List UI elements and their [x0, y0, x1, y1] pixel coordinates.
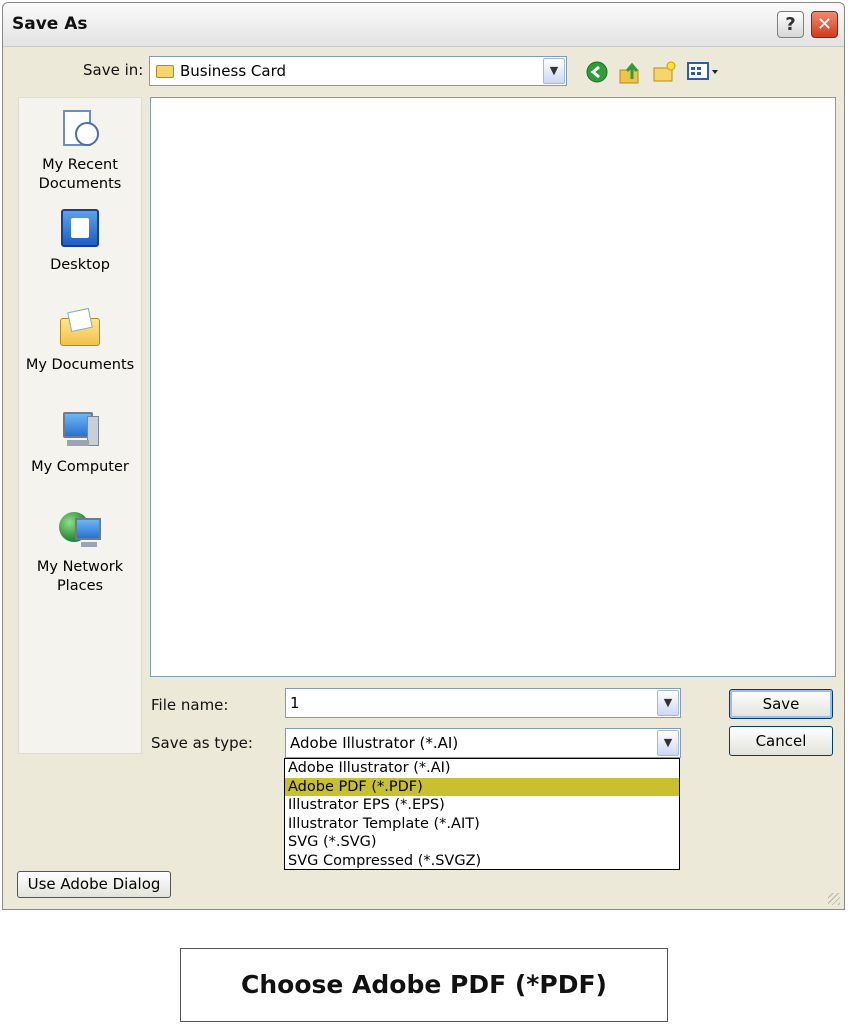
- network-places-icon: [57, 508, 103, 554]
- save-type-dropdown-list: Adobe Illustrator (*.AI) Adobe PDF (*.PD…: [284, 758, 680, 870]
- place-my-documents[interactable]: My Documents: [19, 306, 141, 375]
- type-option[interactable]: Illustrator EPS (*.EPS): [285, 796, 679, 815]
- place-label: My Computer: [31, 459, 129, 475]
- folder-icon: [156, 65, 174, 78]
- close-button[interactable]: ✕: [811, 11, 838, 38]
- type-option[interactable]: Illustrator Template (*.AIT): [285, 815, 679, 834]
- file-name-value: 1: [290, 694, 300, 712]
- type-option[interactable]: SVG Compressed (*.SVGZ): [285, 852, 679, 871]
- cancel-button[interactable]: Cancel: [729, 726, 833, 756]
- chevron-down-icon[interactable]: ▼: [543, 58, 565, 84]
- file-name-label: File name:: [151, 696, 229, 714]
- place-desktop[interactable]: Desktop: [19, 206, 141, 275]
- help-button[interactable]: ?: [777, 11, 804, 38]
- new-folder-icon[interactable]: [651, 61, 677, 87]
- place-label: My Recent Documents: [38, 157, 122, 192]
- title-bar: Save As ? ✕: [3, 3, 844, 47]
- my-documents-icon: [57, 306, 103, 352]
- save-in-combo[interactable]: Business Card ▼: [149, 56, 567, 86]
- up-folder-icon[interactable]: [617, 61, 643, 87]
- place-label: My Network Places: [36, 559, 124, 594]
- save-button[interactable]: Save: [729, 689, 833, 719]
- save-in-value: Business Card: [180, 62, 287, 80]
- save-type-label: Save as type:: [151, 734, 253, 752]
- place-my-network-places[interactable]: My Network Places: [19, 508, 141, 596]
- type-option[interactable]: Adobe Illustrator (*.AI): [285, 759, 679, 778]
- back-icon[interactable]: [585, 61, 609, 87]
- file-name-field[interactable]: 1 ▼: [285, 688, 681, 718]
- save-type-value: Adobe Illustrator (*.AI): [290, 734, 459, 752]
- chevron-down-icon[interactable]: ▼: [657, 730, 679, 756]
- views-menu-icon[interactable]: [686, 61, 722, 87]
- resize-grip[interactable]: [828, 893, 840, 905]
- dialog-title: Save As: [12, 14, 88, 34]
- desktop-icon: [57, 206, 103, 252]
- place-label: My Documents: [25, 357, 135, 373]
- chevron-down-icon[interactable]: ▼: [657, 690, 679, 716]
- use-adobe-dialog-button[interactable]: Use Adobe Dialog: [17, 871, 171, 898]
- type-option[interactable]: SVG (*.SVG): [285, 833, 679, 852]
- type-option-selected[interactable]: Adobe PDF (*.PDF): [285, 777, 679, 796]
- place-my-computer[interactable]: My Computer: [19, 408, 141, 477]
- file-list[interactable]: [150, 97, 836, 677]
- place-label: Desktop: [50, 257, 110, 273]
- place-my-recent-documents[interactable]: My Recent Documents: [19, 106, 141, 194]
- instruction-caption: Choose Adobe PDF (*PDF): [180, 948, 668, 1022]
- my-computer-icon: [57, 408, 103, 454]
- places-bar: My Recent Documents Desktop My Documents…: [18, 97, 142, 754]
- save-in-label: Save in:: [83, 61, 144, 79]
- save-type-select[interactable]: Adobe Illustrator (*.AI) ▼: [285, 728, 681, 758]
- recent-documents-icon: [57, 106, 103, 152]
